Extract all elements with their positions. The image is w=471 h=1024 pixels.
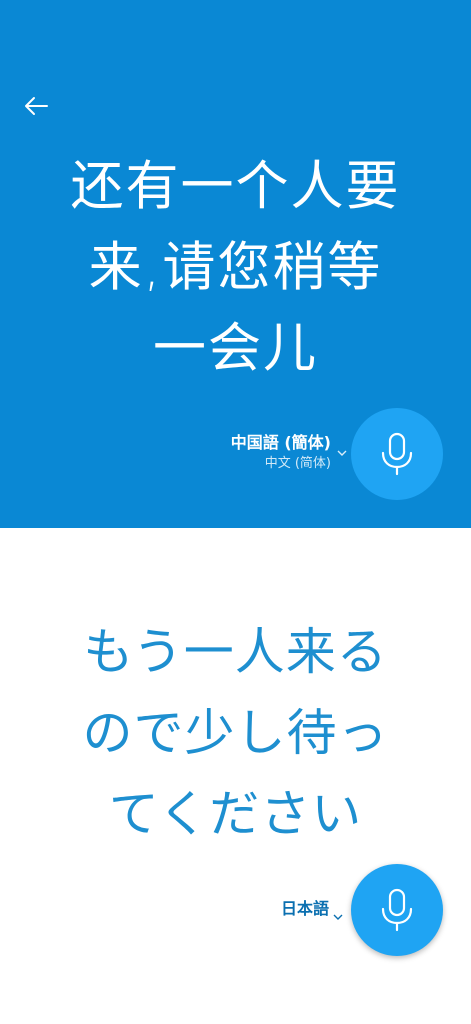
target-text: もう一人来る ので少し待っ てください <box>20 612 451 855</box>
source-language-selector[interactable]: 中国語 (簡体) 中文 (简体) <box>230 432 347 474</box>
source-language-secondary: 中文 (简体) <box>264 456 331 471</box>
target-language-primary: 日本語 <box>280 899 329 918</box>
target-text-line: ので少し待っ <box>82 704 389 762</box>
chevron-down-icon <box>335 442 347 461</box>
microphone-icon <box>381 888 413 932</box>
source-text-line: 来,请您稍等 <box>88 237 383 298</box>
target-text-line: てください <box>108 785 363 843</box>
microphone-icon <box>381 432 413 476</box>
source-mic-button[interactable] <box>351 408 443 500</box>
arrow-left-icon <box>25 97 48 115</box>
translator-screen: 还有一个人要 来,请您稍等 一会儿 中国語 (簡体) 中文 (简体) もう一人来… <box>0 0 471 1024</box>
source-panel: 还有一个人要 来,请您稍等 一会儿 中国語 (簡体) 中文 (简体) <box>0 0 471 528</box>
back-button[interactable] <box>18 88 54 124</box>
source-text: 还有一个人要 来,请您稍等 一会儿 <box>20 146 451 389</box>
target-text-line: もう一人来る <box>83 623 388 681</box>
target-mic-button[interactable] <box>351 864 443 956</box>
chevron-down-icon <box>333 906 345 925</box>
source-text-line: 还有一个人要 <box>70 156 401 217</box>
source-text-line: 一会儿 <box>153 318 318 379</box>
target-language-selector[interactable]: 日本語 <box>280 898 343 920</box>
source-language-primary: 中国語 (簡体) <box>230 433 331 452</box>
